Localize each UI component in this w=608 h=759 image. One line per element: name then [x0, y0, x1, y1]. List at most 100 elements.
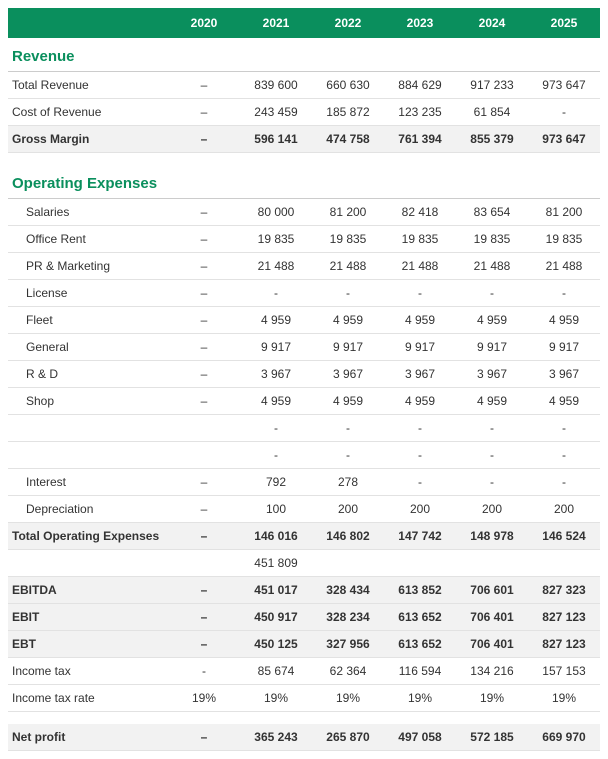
year-header: 2021: [240, 8, 312, 38]
cell: –: [168, 226, 240, 253]
cell: 792: [240, 469, 312, 496]
table-row: Total Revenue–839 600660 630884 629917 2…: [8, 72, 600, 99]
table-row: Salaries–80 00081 20082 41883 65481 200: [8, 199, 600, 226]
row-label: Income tax: [8, 658, 168, 685]
cell: –: [168, 334, 240, 361]
cell: 200: [528, 496, 600, 523]
cell: 9 917: [312, 334, 384, 361]
cell: 9 917: [528, 334, 600, 361]
row-label: EBT: [8, 631, 168, 658]
cell: 200: [384, 496, 456, 523]
cell: 19 835: [312, 226, 384, 253]
cell: 451 017: [240, 577, 312, 604]
table-row: R & D–3 9673 9673 9673 9673 967: [8, 361, 600, 388]
cell: 80 000: [240, 199, 312, 226]
cell: 827 123: [528, 604, 600, 631]
cell: –: [168, 469, 240, 496]
cell: 4 959: [240, 307, 312, 334]
row-label: EBITDA: [8, 577, 168, 604]
cell: 146 016: [240, 523, 312, 550]
cell: –: [168, 604, 240, 631]
cell: 451 809: [240, 550, 312, 577]
cell: 4 959: [312, 307, 384, 334]
year-header: 2022: [312, 8, 384, 38]
table-row: Shop–4 9594 9594 9594 9594 959: [8, 388, 600, 415]
row-label: Depreciation: [8, 496, 168, 523]
cell: -: [312, 415, 384, 442]
cell: 706 401: [456, 631, 528, 658]
cell: -: [528, 415, 600, 442]
cell: 4 959: [528, 388, 600, 415]
cell: 19%: [456, 685, 528, 712]
cell: 761 394: [384, 126, 456, 153]
cell: 3 967: [528, 361, 600, 388]
row-label: EBIT: [8, 604, 168, 631]
cell: 3 967: [312, 361, 384, 388]
cell: -: [384, 280, 456, 307]
row-label: [8, 550, 168, 577]
section-header: Operating Expenses: [8, 165, 600, 199]
result-row: EBIT–450 917328 234613 652706 401827 123: [8, 604, 600, 631]
cell: 827 123: [528, 631, 600, 658]
cell: 19%: [240, 685, 312, 712]
cell: –: [168, 496, 240, 523]
cell: 19%: [312, 685, 384, 712]
cell: –: [168, 72, 240, 99]
cell: 200: [456, 496, 528, 523]
row-label: Interest: [8, 469, 168, 496]
cell: 4 959: [384, 307, 456, 334]
cell: [168, 442, 240, 469]
cell: –: [168, 253, 240, 280]
row-label: General: [8, 334, 168, 361]
cell: 4 959: [456, 388, 528, 415]
cell: -: [240, 442, 312, 469]
cell: 3 967: [384, 361, 456, 388]
cell: –: [168, 126, 240, 153]
cell: 278: [312, 469, 384, 496]
cell: –: [168, 361, 240, 388]
cell: 200: [312, 496, 384, 523]
cell: 827 323: [528, 577, 600, 604]
cell: -: [456, 415, 528, 442]
cell: –: [168, 307, 240, 334]
cell: 855 379: [456, 126, 528, 153]
cell: [384, 550, 456, 577]
cell: 21 488: [528, 253, 600, 280]
cell: 19%: [528, 685, 600, 712]
result-row: EBITDA–451 017328 434613 852706 601827 3…: [8, 577, 600, 604]
cell: 116 594: [384, 658, 456, 685]
cell: 660 630: [312, 72, 384, 99]
result-row: Income tax rate19%19%19%19%19%19%: [8, 685, 600, 712]
year-header: 2024: [456, 8, 528, 38]
row-label: PR & Marketing: [8, 253, 168, 280]
table-row: -----: [8, 415, 600, 442]
cell: 328 434: [312, 577, 384, 604]
cell: –: [168, 99, 240, 126]
cell: -: [528, 469, 600, 496]
cell: [168, 550, 240, 577]
row-label: Net profit: [8, 724, 168, 751]
cell: 327 956: [312, 631, 384, 658]
cell: 21 488: [312, 253, 384, 280]
cell: –: [168, 523, 240, 550]
cell: 148 978: [456, 523, 528, 550]
cell: –: [168, 631, 240, 658]
row-label: Salaries: [8, 199, 168, 226]
cell: -: [168, 658, 240, 685]
table-row: General–9 9179 9179 9179 9179 917: [8, 334, 600, 361]
cell: -: [528, 442, 600, 469]
row-label: Shop: [8, 388, 168, 415]
row-label: License: [8, 280, 168, 307]
cell: –: [168, 724, 240, 751]
total-opex-row: Total Operating Expenses–146 016146 8021…: [8, 523, 600, 550]
row-label: Cost of Revenue: [8, 99, 168, 126]
cell: 243 459: [240, 99, 312, 126]
cell: 83 654: [456, 199, 528, 226]
cell: 157 153: [528, 658, 600, 685]
cell: 669 970: [528, 724, 600, 751]
cell: –: [168, 280, 240, 307]
table-row: License–-----: [8, 280, 600, 307]
gross-margin-row: Gross Margin–596 141474 758761 394855 37…: [8, 126, 600, 153]
cell: -: [384, 415, 456, 442]
cell: 21 488: [240, 253, 312, 280]
